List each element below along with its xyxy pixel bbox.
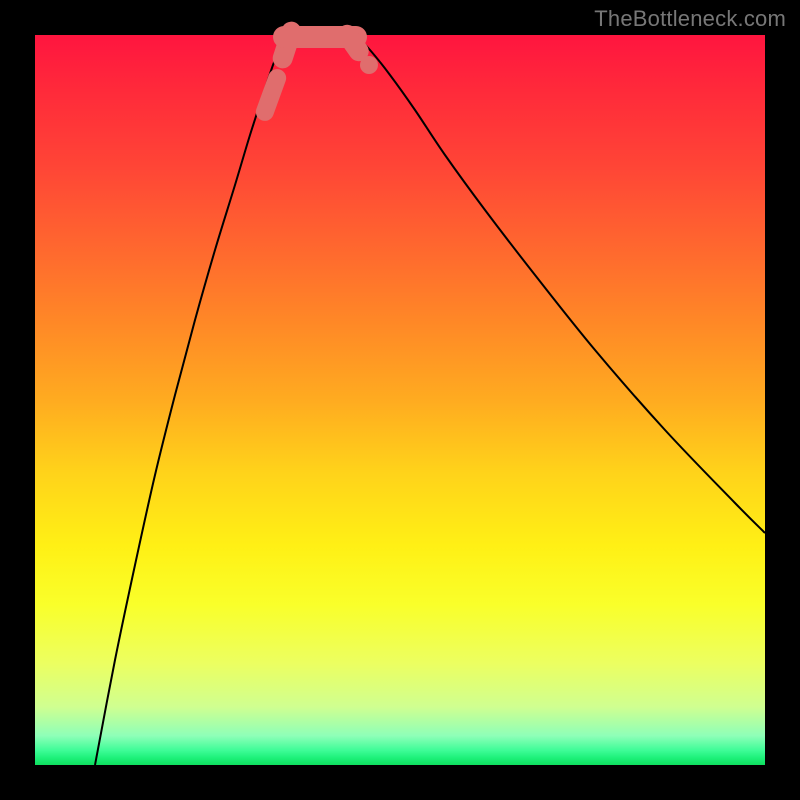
curve-group <box>95 35 765 765</box>
bottleneck-curve-svg <box>35 35 765 765</box>
marker-group <box>265 32 378 112</box>
series-left-branch <box>95 35 289 765</box>
marker-capsule-4 <box>347 35 358 51</box>
marker-capsule-0 <box>265 78 277 112</box>
chart-frame: TheBottleneck.com <box>0 0 800 800</box>
watermark-label: TheBottleneck.com <box>594 6 786 32</box>
series-right-branch <box>355 35 765 533</box>
marker-dot-5 <box>360 56 378 74</box>
